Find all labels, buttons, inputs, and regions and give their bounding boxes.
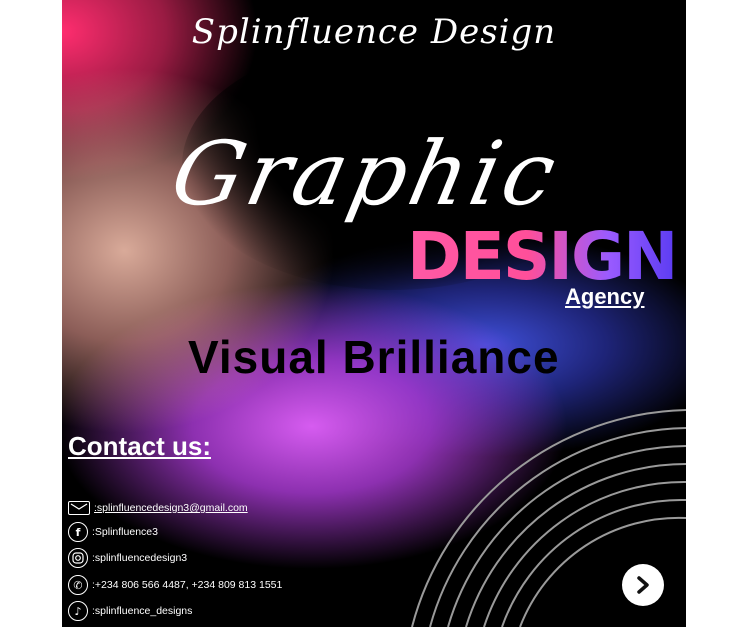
contact-phone-text: :+234 806 566 4487, +234 809 813 1551: [92, 579, 283, 591]
contact-email[interactable]: :splinfluencedesign3@gmail.com: [68, 498, 388, 518]
poster: Splinfluence Design Graphic DESIGN Agenc…: [62, 0, 686, 627]
contact-title: Contact us:: [68, 431, 211, 461]
brand-title: Splinfluence Design: [191, 12, 557, 52]
facebook-icon: f: [68, 522, 88, 542]
contact-facebook-text: :Splinfluence3: [92, 526, 158, 538]
contact-facebook[interactable]: f :Splinfluence3: [68, 522, 388, 542]
headline-agency: Agency: [565, 284, 645, 309]
headline-graphic: Graphic: [163, 122, 569, 225]
contact-email-text[interactable]: :splinfluencedesign3@gmail.com: [94, 502, 248, 514]
contact-tiktok-text: :splinfluence_designs: [92, 605, 193, 617]
contact-tiktok[interactable]: ♪ :splinfluence_designs: [68, 601, 388, 621]
phone-icon: ✆: [68, 575, 88, 595]
contact-instagram-text: :splinfluencedesign3: [92, 552, 188, 564]
chevron-right-icon: [637, 576, 649, 594]
tagline: Visual Brilliance: [188, 331, 560, 383]
mail-icon: [68, 501, 90, 515]
instagram-icon: [68, 548, 88, 568]
contact-instagram[interactable]: :splinfluencedesign3: [68, 548, 388, 568]
tiktok-icon: ♪: [68, 601, 88, 621]
next-button[interactable]: [622, 564, 664, 606]
contact-phone[interactable]: ✆ :+234 806 566 4487, +234 809 813 1551: [68, 575, 388, 595]
